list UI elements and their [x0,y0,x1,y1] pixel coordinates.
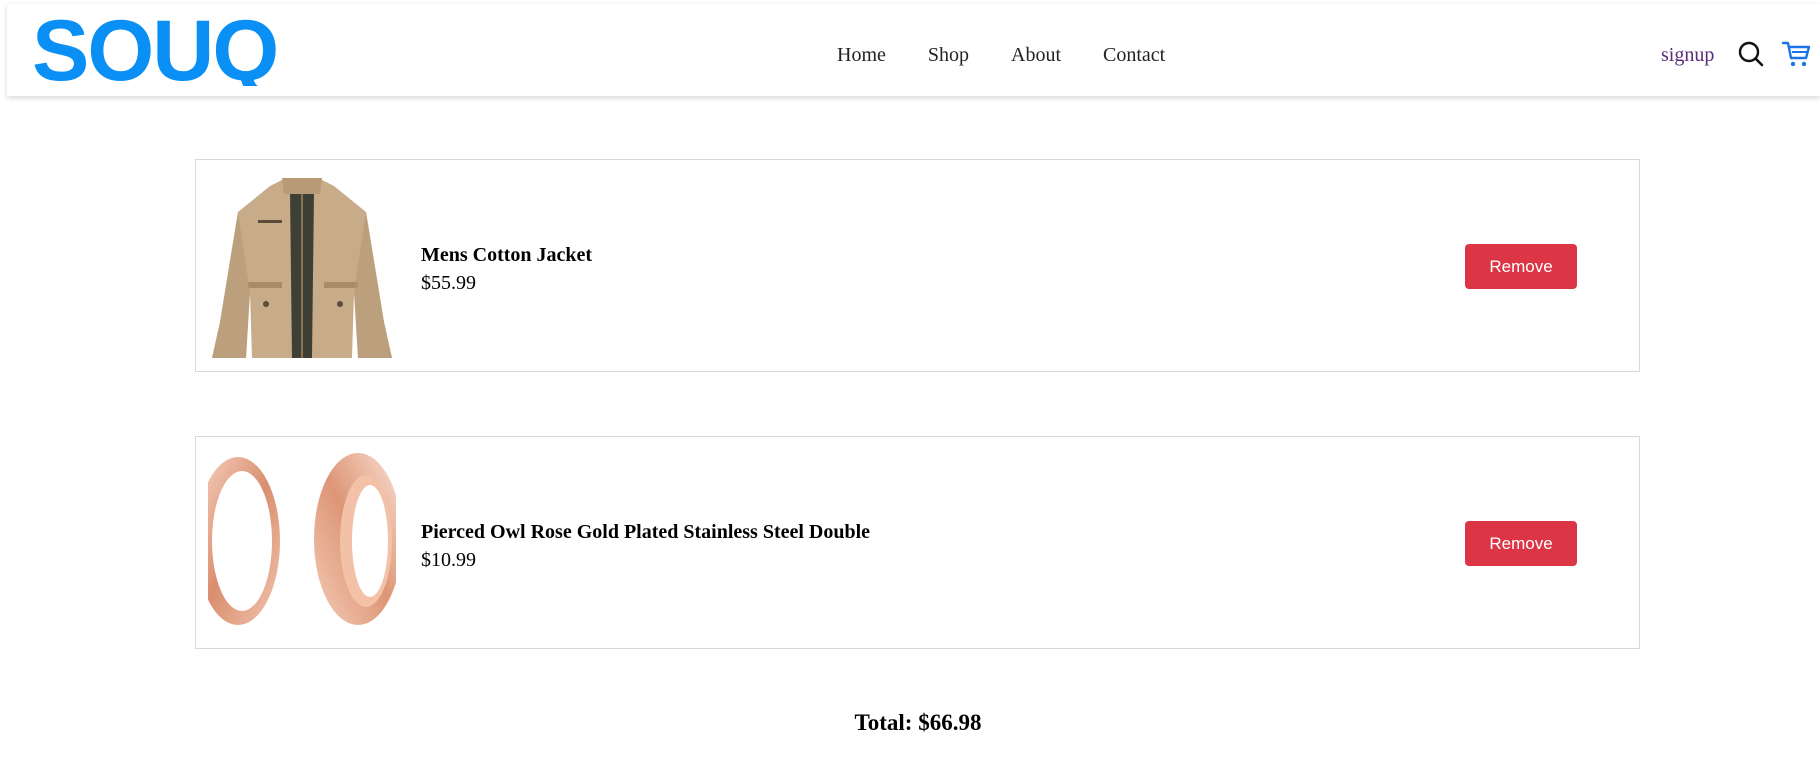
search-icon[interactable] [1737,40,1765,68]
jacket-image [208,172,396,359]
item-title: Pierced Owl Rose Gold Plated Stainless S… [421,521,871,543]
nav-link-shop[interactable]: Shop [928,40,969,70]
cart-icon[interactable] [1781,40,1811,68]
item-price: $10.99 [421,549,476,571]
item-info: Mens Cotton Jacket $55.99 [421,242,592,298]
item-title: Mens Cotton Jacket [421,244,593,266]
cart-item: Pierced Owl Rose Gold Plated Stainless S… [195,436,1640,649]
item-price: $55.99 [421,272,476,294]
navbar: SOUQ Home Shop About Contact signup [7,4,1820,96]
rose-gold-rings-image [208,449,396,636]
nav-link-about[interactable]: About [1011,40,1061,70]
signup-link[interactable]: signup [1661,40,1714,70]
item-info: Pierced Owl Rose Gold Plated Stainless S… [421,519,870,575]
souq-logo[interactable]: SOUQ [32,14,302,86]
cart-item: Mens Cotton Jacket $55.99 Remove [195,159,1640,372]
nav-link-home[interactable]: Home [837,40,886,70]
cart-total: Total: $66.98 [0,710,1820,736]
cart-total-text: Total: $66.98 [854,710,982,735]
remove-button[interactable]: Remove [1465,521,1577,566]
remove-button[interactable]: Remove [1465,244,1577,289]
logo-text: SOUQ [32,14,277,86]
nav-link-contact[interactable]: Contact [1103,40,1165,70]
main-nav: Home Shop About Contact [837,40,1207,70]
